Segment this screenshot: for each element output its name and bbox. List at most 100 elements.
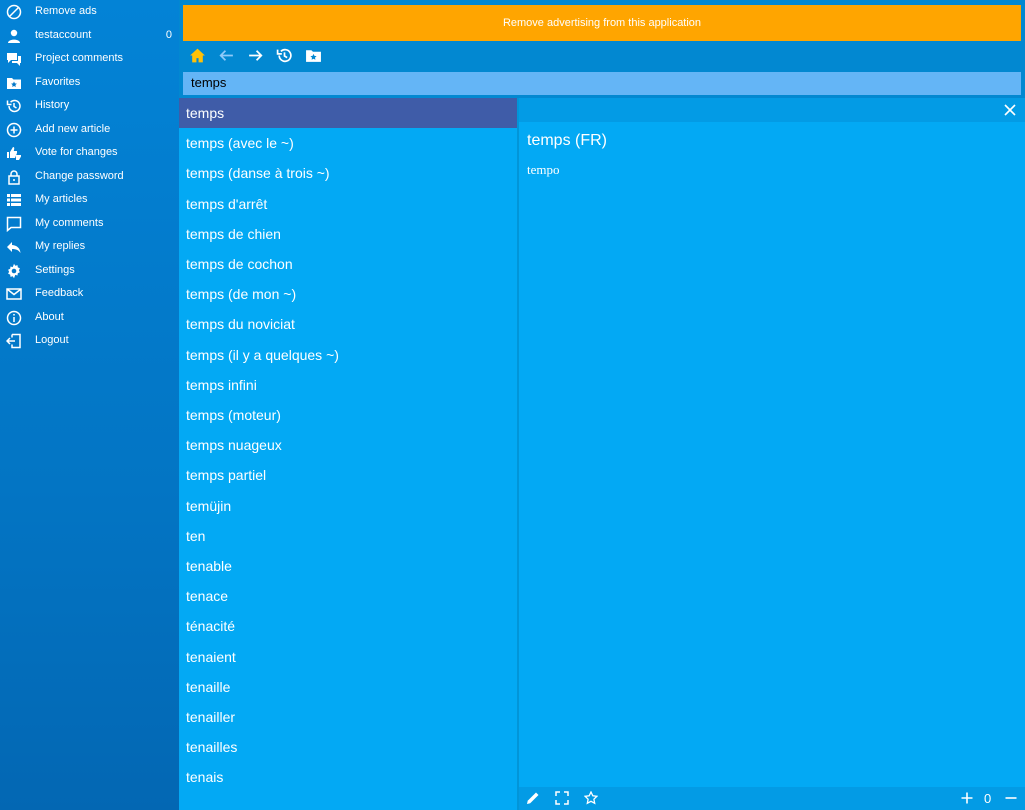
home-button[interactable] xyxy=(183,44,212,71)
favorite-button[interactable] xyxy=(581,789,601,809)
folder-star-icon xyxy=(6,75,22,91)
word-list-item[interactable]: temps de cochon xyxy=(179,249,517,279)
history-button[interactable] xyxy=(270,44,299,71)
word-list-item[interactable]: temps du noviciat xyxy=(179,309,517,339)
word-list-item[interactable]: ten xyxy=(179,521,517,551)
sidebar-item-project-comments[interactable]: Project comments xyxy=(0,47,179,71)
arrow-left-icon xyxy=(218,47,235,68)
forward-button[interactable] xyxy=(241,44,270,71)
sidebar-item-change-password[interactable]: Change password xyxy=(0,165,179,189)
star-icon xyxy=(583,789,599,809)
home-icon xyxy=(189,47,206,68)
mail-icon xyxy=(6,286,22,302)
pencil-icon xyxy=(526,790,540,809)
word-list-item-label: temps (avec le ~) xyxy=(186,135,294,152)
favorites-button[interactable] xyxy=(299,44,328,71)
word-list-item-label: temps (danse à trois ~) xyxy=(186,165,330,182)
word-list-item[interactable]: temps partiel xyxy=(179,460,517,490)
sidebar-item-account[interactable]: testaccount 0 xyxy=(0,24,179,48)
toolbar xyxy=(183,44,328,71)
word-list-item[interactable]: ténacité xyxy=(179,611,517,641)
word-list-item[interactable]: tenailler xyxy=(179,702,517,732)
zoom-level: 0 xyxy=(984,791,992,806)
word-list-item[interactable]: temps (de mon ~) xyxy=(179,279,517,309)
user-icon xyxy=(6,28,22,44)
word-list-item-label: temps (il y a quelques ~) xyxy=(186,346,339,363)
word-list-item[interactable]: temps (danse à trois ~) xyxy=(179,158,517,188)
article-translation: tempo xyxy=(527,162,560,177)
word-list: temps temps (avec le ~) temps (danse à tro… xyxy=(179,98,517,810)
sidebar-item-label: testaccount xyxy=(35,28,92,41)
word-list-item-label: temps (de mon ~) xyxy=(186,286,297,303)
word-list-item-label: temps partiel xyxy=(186,467,267,484)
sidebar-item-label: About xyxy=(35,310,64,323)
sidebar-item-label: Change password xyxy=(35,169,124,182)
sidebar-item-my-comments[interactable]: My comments xyxy=(0,212,179,236)
word-list-item-label: ten xyxy=(186,527,206,544)
account-count: 0 xyxy=(165,28,172,41)
sidebar-item-history[interactable]: History xyxy=(0,94,179,118)
edit-button[interactable] xyxy=(523,789,543,809)
word-list-item[interactable]: temps (il y a quelques ~) xyxy=(179,340,517,370)
close-article-button[interactable] xyxy=(1000,100,1020,120)
word-list-item-label: temps xyxy=(186,105,225,121)
minus-icon xyxy=(1004,790,1018,809)
word-list-item[interactable]: temps de chien xyxy=(179,219,517,249)
word-list-item[interactable]: tenaient xyxy=(179,642,517,672)
fullscreen-button[interactable] xyxy=(552,789,572,809)
sidebar-item-label: Remove ads xyxy=(35,5,97,17)
zoom-in-button[interactable] xyxy=(957,789,977,809)
word-list-item[interactable]: tenaille xyxy=(179,672,517,702)
sidebar-item-vote[interactable]: Vote for changes xyxy=(0,141,179,165)
gear-icon xyxy=(6,263,22,279)
sidebar-item-label: My articles xyxy=(35,193,88,205)
word-list-item-label: temps du noviciat xyxy=(186,316,295,333)
word-list-item[interactable]: tenace xyxy=(179,581,517,611)
word-list-item-label: tenailles xyxy=(186,739,238,756)
article-footer-bar: 0 xyxy=(519,787,1025,810)
sidebar-item-label: Settings xyxy=(35,263,75,276)
word-list-item-label: temps d'arrêt xyxy=(186,195,268,212)
sidebar-item-about[interactable]: About xyxy=(0,306,179,330)
word-list-item[interactable]: tenable xyxy=(179,551,517,581)
sidebar-item-add-article[interactable]: Add new article xyxy=(0,118,179,142)
word-list-item-label: tenailler xyxy=(186,709,236,725)
word-list-item[interactable]: temps (avec le ~) xyxy=(179,128,517,158)
word-list-item[interactable]: temps nuageux xyxy=(179,430,517,460)
word-list-item[interactable]: temps xyxy=(179,98,517,129)
sidebar-item-favorites[interactable]: Favorites xyxy=(0,71,179,95)
sidebar-item-my-articles[interactable]: My articles xyxy=(0,188,179,212)
sidebar-item-feedback[interactable]: Feedback xyxy=(0,282,179,306)
word-list-item[interactable]: temps d'arrêt xyxy=(179,189,517,219)
zoom-out-button[interactable] xyxy=(1001,789,1021,809)
search-input[interactable] xyxy=(191,73,1011,91)
sidebar-item-label: Vote for changes xyxy=(35,146,118,158)
article-panel: temps (FR) tempo 0 xyxy=(519,98,1025,810)
word-list-item-label: temüjin xyxy=(186,497,232,514)
sidebar: Remove ads testaccount 0 Project comment… xyxy=(0,0,179,810)
word-list-item[interactable]: tenais xyxy=(179,762,517,792)
remove-ads-banner[interactable]: Remove advertising from this application xyxy=(183,5,1021,41)
sidebar-item-label: Project comments xyxy=(35,52,124,64)
word-list-item[interactable]: temps infini xyxy=(179,370,517,400)
word-list-item-label: temps nuageux xyxy=(186,437,282,454)
sidebar-item-my-replies[interactable]: My replies xyxy=(0,235,179,259)
word-list-item-label: temps (moteur) xyxy=(186,407,281,423)
sidebar-item-settings[interactable]: Settings xyxy=(0,259,179,283)
sidebar-item-logout[interactable]: Logout xyxy=(0,329,179,353)
word-list-item[interactable]: tenailles xyxy=(179,732,517,762)
list-icon xyxy=(6,192,22,208)
sidebar-item-label: History xyxy=(35,99,70,111)
sidebar-item-remove-ads[interactable]: Remove ads xyxy=(0,0,179,24)
word-list-item[interactable]: temüjin xyxy=(179,491,517,521)
block-icon xyxy=(6,4,22,20)
history-icon xyxy=(276,47,293,68)
word-list-item[interactable]: temps (moteur) xyxy=(179,400,517,430)
word-list-item-label: tenaille xyxy=(186,678,231,695)
word-list-item-label: temps de cochon xyxy=(186,256,293,272)
word-list-item-label: tenable xyxy=(186,558,232,574)
close-icon xyxy=(1004,101,1016,120)
back-button[interactable] xyxy=(212,44,241,71)
info-icon xyxy=(6,310,22,326)
plus-circle-icon xyxy=(6,122,22,138)
